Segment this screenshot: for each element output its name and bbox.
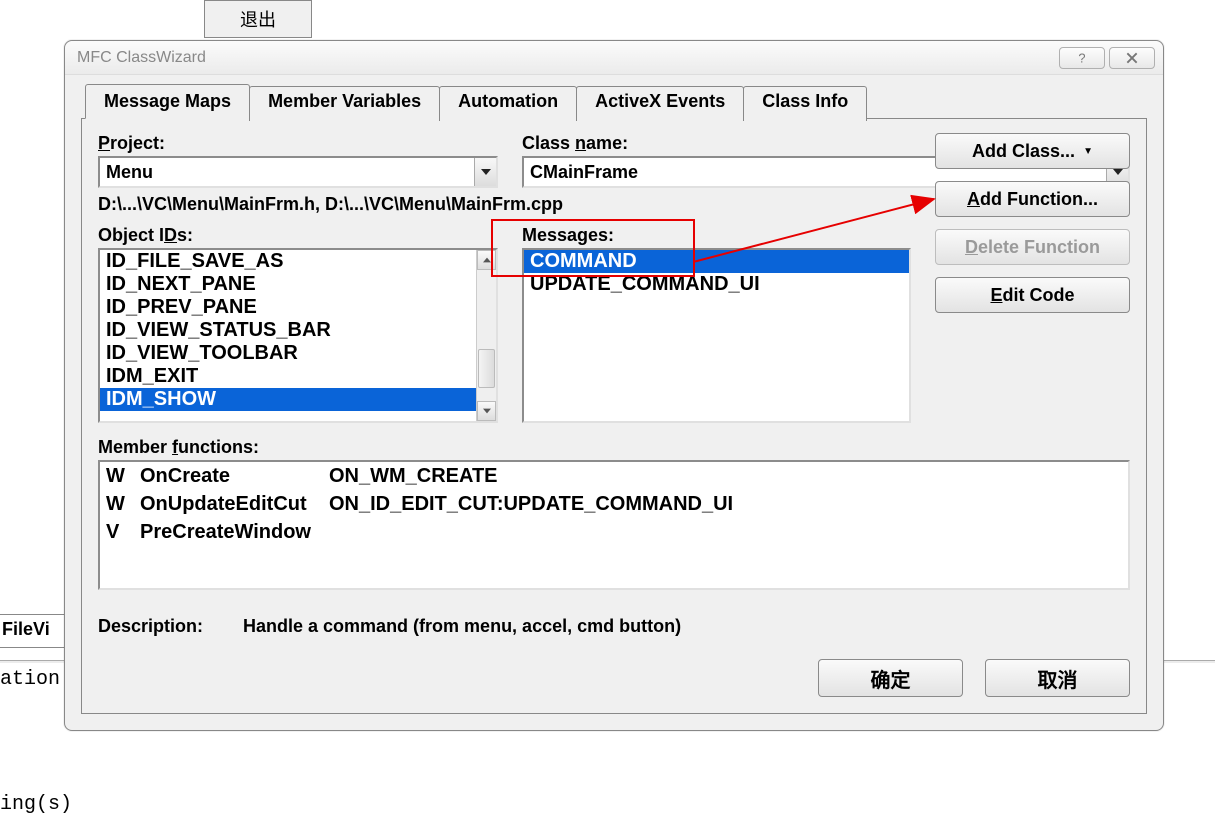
member-function-row[interactable]: W OnCreate ON_WM_CREATE <box>100 462 1128 490</box>
member-function-msg <box>329 518 1122 546</box>
add-class-button[interactable]: Add Class... ▼ <box>935 133 1130 169</box>
object-id-item[interactable]: IDM_SHOW <box>100 388 476 411</box>
project-label-accel: P <box>98 133 110 153</box>
tab-class-info[interactable]: Class Info <box>743 86 867 121</box>
member-function-marker: W <box>106 490 126 518</box>
object-id-item[interactable]: ID_FILE_SAVE_AS <box>100 250 476 273</box>
member-function-name: OnCreate <box>140 462 315 490</box>
member-functions-label-pre: Member <box>98 437 172 457</box>
object-ids-listbox[interactable]: ID_FILE_SAVE_ASID_NEXT_PANEID_PREV_PANEI… <box>98 248 498 423</box>
object-ids-label-accel: D <box>164 225 177 245</box>
add-class-label: Add Class... <box>972 141 1075 162</box>
add-function-button[interactable]: Add Function... <box>935 181 1130 217</box>
scroll-track[interactable] <box>477 270 496 401</box>
object-ids-label-post: s: <box>177 225 193 245</box>
member-function-name: PreCreateWindow <box>140 518 315 546</box>
tab-automation[interactable]: Automation <box>439 86 577 121</box>
edit-code-button[interactable]: Edit Code <box>935 277 1130 313</box>
delete-function-label: Delete Function <box>965 237 1100 258</box>
exit-button-label: 退出 <box>240 6 276 32</box>
member-function-name: OnUpdateEditCut <box>140 490 315 518</box>
classname-label-post: ame: <box>586 133 628 153</box>
svg-text:?: ? <box>1078 51 1085 65</box>
object-id-item[interactable]: ID_NEXT_PANE <box>100 273 476 296</box>
project-label-rest: roject: <box>110 133 165 153</box>
classname-label-accel: n <box>575 133 586 153</box>
member-functions-label-post: unctions: <box>178 437 259 457</box>
ok-label: 确定 <box>871 664 911 693</box>
member-functions-listbox[interactable]: W OnCreate ON_WM_CREATE W OnUpdateEditCut ON_… <box>98 460 1130 590</box>
ok-button[interactable]: 确定 <box>818 659 963 697</box>
description-row: Description: Handle a command (from menu… <box>98 616 1130 637</box>
object-id-item[interactable]: ID_PREV_PANE <box>100 296 476 319</box>
description-label: Description: <box>98 616 203 637</box>
object-ids-inner: ID_FILE_SAVE_ASID_NEXT_PANEID_PREV_PANEI… <box>100 250 476 421</box>
object-id-item[interactable]: ID_VIEW_STATUS_BAR <box>100 319 476 342</box>
member-functions-label: Member functions: <box>98 437 1130 458</box>
exit-button-bg: 退出 <box>204 0 312 38</box>
classwizard-dialog: MFC ClassWizard ? Message Maps Member Va… <box>64 40 1164 731</box>
cancel-button[interactable]: 取消 <box>985 659 1130 697</box>
messages-listbox[interactable]: COMMANDUPDATE_COMMAND_UI <box>522 248 911 423</box>
member-function-msg: ON_WM_CREATE <box>329 462 1122 490</box>
member-function-marker: V <box>106 518 126 546</box>
scroll-thumb[interactable] <box>478 349 495 388</box>
tab-strip: Message Maps Member Variables Automation… <box>81 83 1147 119</box>
member-function-msg: ON_ID_EDIT_CUT:UPDATE_COMMAND_UI <box>329 490 1122 518</box>
description-text: Handle a command (from menu, accel, cmd … <box>243 616 681 637</box>
message-item[interactable]: COMMAND <box>524 250 909 273</box>
scroll-down-button[interactable] <box>477 401 496 421</box>
add-function-label: Add Function... <box>967 189 1098 210</box>
scroll-up-button[interactable] <box>477 250 496 270</box>
project-combo-dropdown[interactable] <box>474 158 496 186</box>
object-ids-label-pre: Object I <box>98 225 164 245</box>
object-id-item[interactable]: IDM_EXIT <box>100 365 476 388</box>
tab-activex-events[interactable]: ActiveX Events <box>576 86 744 121</box>
project-value: Menu <box>100 158 474 186</box>
tab-message-maps[interactable]: Message Maps <box>85 84 250 119</box>
classname-label-pre: Class <box>522 133 575 153</box>
object-ids-scrollbar[interactable] <box>476 250 496 421</box>
titlebar: MFC ClassWizard ? <box>65 41 1163 75</box>
member-function-row[interactable]: V PreCreateWindow <box>100 518 1128 546</box>
dialog-title: MFC ClassWizard <box>77 49 1055 67</box>
project-combo[interactable]: Menu <box>98 156 498 188</box>
object-id-item[interactable]: ID_VIEW_TOOLBAR <box>100 342 476 365</box>
object-ids-label: Object IDs: <box>98 225 498 246</box>
member-function-marker: W <box>106 462 126 490</box>
ings-fragment: ing(s) <box>0 793 72 816</box>
cancel-label: 取消 <box>1038 664 1078 693</box>
dropdown-caret-icon: ▼ <box>1083 146 1093 157</box>
close-button[interactable] <box>1109 47 1155 69</box>
tab-member-variables[interactable]: Member Variables <box>249 86 440 121</box>
fileview-fragment: FileVi <box>0 614 64 648</box>
messages-label: Messages: <box>522 225 911 246</box>
edit-code-label: Edit Code <box>990 285 1074 306</box>
message-maps-panel: Project: Menu Class name: CMa <box>81 119 1147 714</box>
member-function-row[interactable]: W OnUpdateEditCut ON_ID_EDIT_CUT:UPDATE_CO… <box>100 490 1128 518</box>
ation-fragment: ation: <box>0 668 72 691</box>
help-button[interactable]: ? <box>1059 47 1105 69</box>
delete-function-button[interactable]: Delete Function <box>935 229 1130 265</box>
message-item[interactable]: UPDATE_COMMAND_UI <box>524 273 909 296</box>
project-label: Project: <box>98 133 498 154</box>
